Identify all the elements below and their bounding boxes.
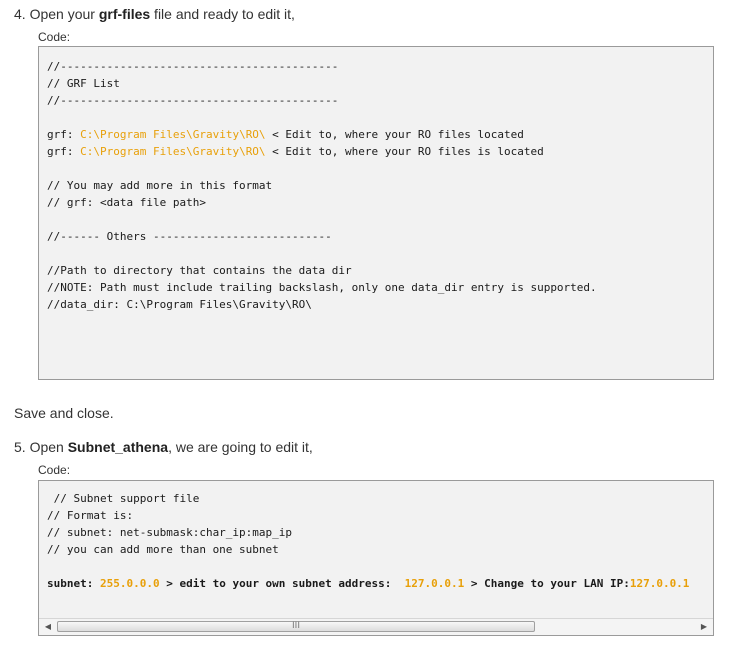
- code-line: // Format is:: [47, 507, 713, 524]
- code-token: >: [464, 577, 485, 590]
- step-4-filename: grf-files: [98, 6, 151, 22]
- code-line: //Path to directory that contains the da…: [47, 262, 713, 279]
- code-label-2: Code:: [38, 463, 71, 477]
- code-token: subnet:: [47, 577, 100, 590]
- code-line: //NOTE: Path must include trailing backs…: [47, 279, 713, 296]
- step-5-filename: Subnet_athena: [67, 439, 169, 455]
- code-token: //--------------------------------------…: [47, 94, 339, 107]
- step-4-instruction: 4. Open your grf-files file and ready to…: [14, 6, 295, 22]
- code-token: grf:: [47, 128, 81, 141]
- step-5-suffix: , we are going to edit it,: [168, 439, 313, 455]
- step-4-suffix: file and ready to edit it,: [150, 6, 295, 22]
- code-token: 255.0.0.0: [99, 577, 160, 590]
- code-block-subnet-athena[interactable]: // Subnet support file // Format is: // su…: [38, 480, 714, 636]
- code-token: //data_dir: C:\Program Files\Gravity\RO\: [47, 298, 312, 311]
- code-line: subnet: 255.0.0.0 > edit to your own sub…: [47, 575, 713, 592]
- code-line: grf: C:\Program Files\Gravity\RO\ < Edit…: [47, 143, 713, 160]
- code-token: edit to your own subnet address:: [179, 577, 392, 590]
- save-close-text: Save and close.: [14, 405, 114, 421]
- code-lines-1: //--------------------------------------…: [47, 58, 713, 313]
- code-token: // GRF List: [47, 77, 120, 90]
- step-5-instruction: 5. Open Subnet_athena, we are going to e…: [14, 439, 313, 455]
- scrollbar-grip: III: [292, 621, 300, 631]
- code-token: // you can add more than one subnet: [47, 543, 279, 556]
- code-token: C:\Program Files\Gravity\RO\: [80, 145, 266, 158]
- scroll-right-arrow-icon[interactable]: ▶: [696, 619, 712, 635]
- code-token: // subnet: net-submask:char_ip:map_ip: [47, 526, 293, 539]
- code-line: // subnet: net-submask:char_ip:map_ip: [47, 524, 713, 541]
- code-token: 127.0.0.1: [404, 577, 465, 590]
- code-line: // GRF List: [47, 75, 713, 92]
- code-lines-2: // Subnet support file // Format is: // su…: [47, 490, 713, 592]
- code-token: < Edit to, where your RO files located: [265, 128, 524, 141]
- code-token: < Edit to, where your RO files is locate…: [265, 145, 544, 158]
- step-5-prefix: 5. Open: [14, 439, 68, 455]
- step-4-prefix: 4. Open your: [14, 6, 99, 22]
- code-token: C:\Program Files\Gravity\RO\: [80, 128, 266, 141]
- code-token: grf:: [47, 145, 81, 158]
- code-line: //--------------------------------------…: [47, 58, 713, 75]
- code-token: // Format is:: [47, 509, 134, 522]
- code-line: //------ Others ------------------------…: [47, 228, 713, 245]
- code-token: Change to your LAN IP:: [484, 577, 630, 590]
- code-line: //--------------------------------------…: [47, 92, 713, 109]
- code-token: // You may add more in this format: [47, 179, 273, 192]
- code-token: //Path to directory that contains the da…: [47, 264, 352, 277]
- code-line: //data_dir: C:\Program Files\Gravity\RO\: [47, 296, 713, 313]
- code-token: // Subnet support file: [47, 492, 200, 505]
- horizontal-scrollbar[interactable]: ◀ III ▶: [39, 618, 713, 635]
- code-token: //------ Others ------------------------…: [47, 230, 332, 243]
- code-block-grf-files[interactable]: //--------------------------------------…: [38, 46, 714, 380]
- code-line: grf: C:\Program Files\Gravity\RO\ < Edit…: [47, 126, 713, 143]
- code-token: //NOTE: Path must include trailing backs…: [47, 281, 597, 294]
- code-line: // grf: <data file path>: [47, 194, 713, 211]
- code-label-1: Code:: [38, 30, 71, 44]
- scrollbar-thumb[interactable]: III: [57, 621, 535, 632]
- code-token: >: [159, 577, 180, 590]
- code-line: // You may add more in this format: [47, 177, 713, 194]
- code-token: //--------------------------------------…: [47, 60, 339, 73]
- code-token: 127.0.0.1: [629, 577, 690, 590]
- code-line: // Subnet support file: [47, 490, 713, 507]
- code-line: // you can add more than one subnet: [47, 541, 713, 558]
- scroll-left-arrow-icon[interactable]: ◀: [40, 619, 56, 635]
- code-token: // grf: <data file path>: [47, 196, 206, 209]
